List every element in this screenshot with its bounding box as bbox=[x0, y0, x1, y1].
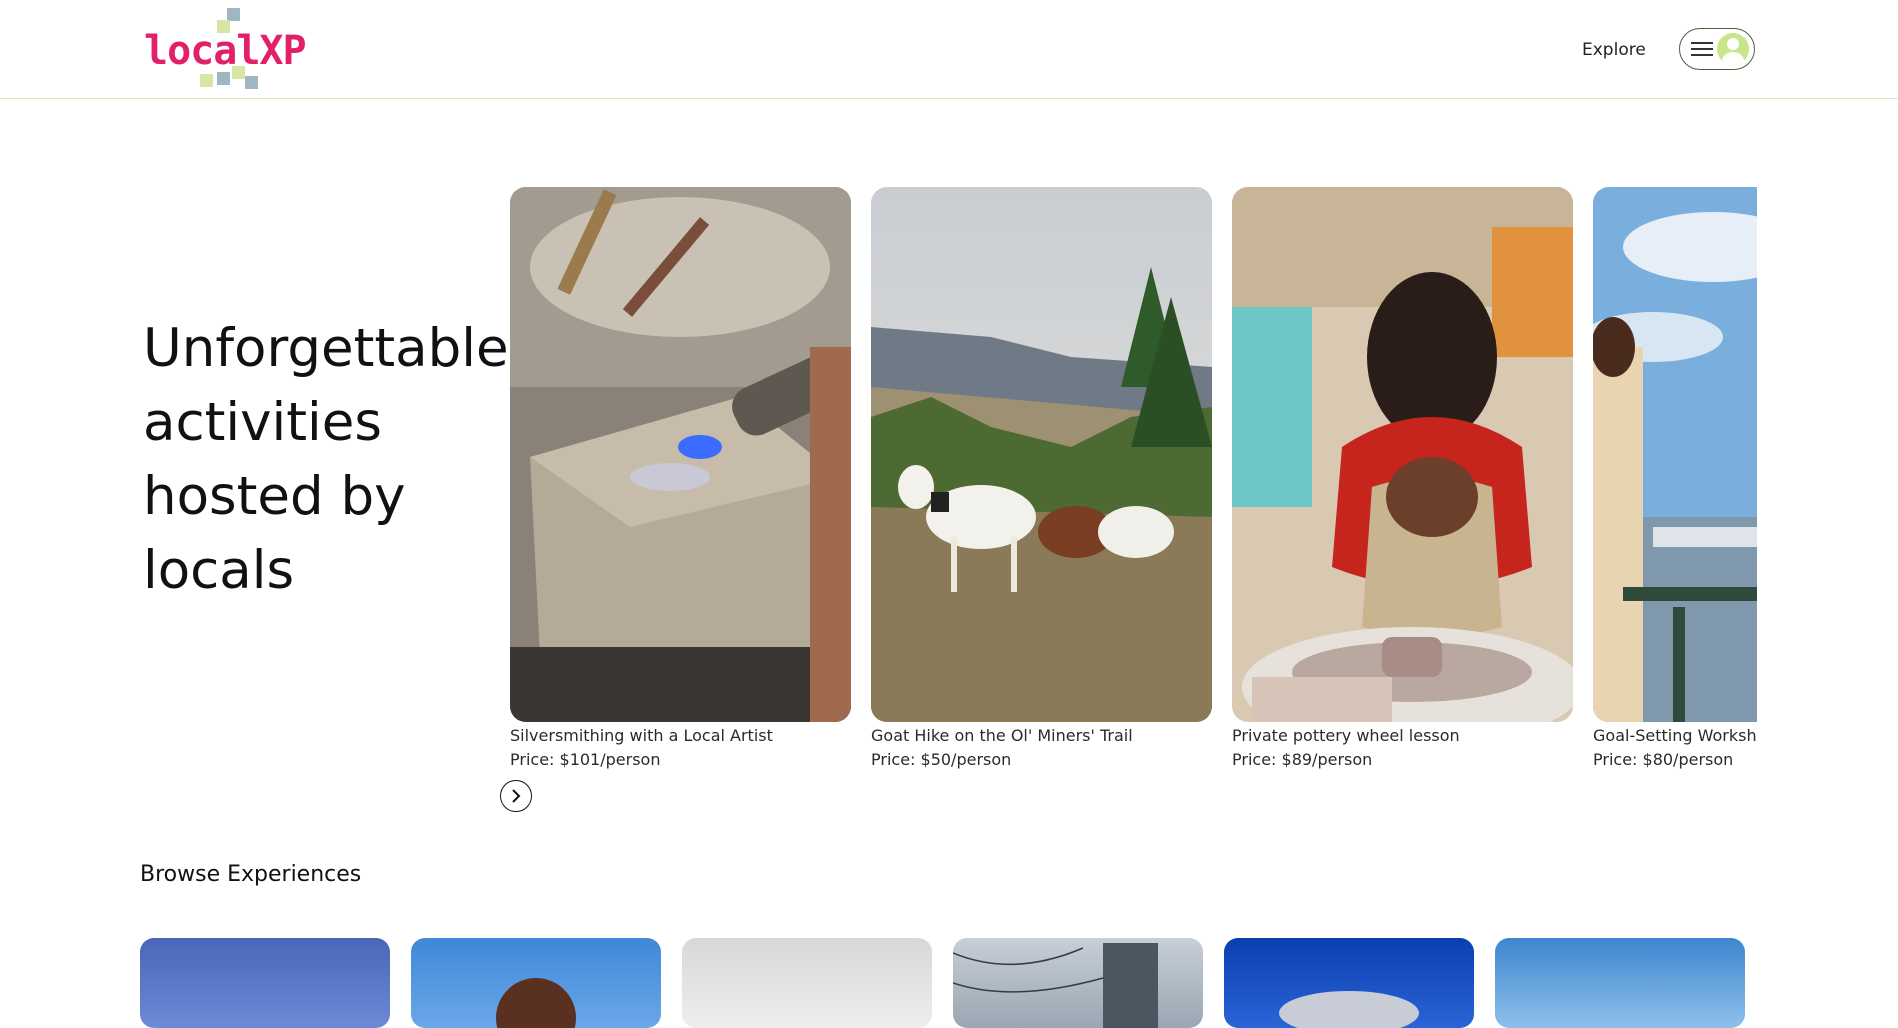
logo-pixel bbox=[200, 74, 213, 87]
nav-explore-link[interactable]: Explore bbox=[1582, 40, 1646, 60]
carousel-next-button[interactable] bbox=[500, 780, 532, 812]
activity-title[interactable]: Silversmithing with a Local Artist bbox=[510, 726, 851, 745]
browse-category-card[interactable] bbox=[1224, 938, 1474, 1028]
browse-category-card[interactable] bbox=[411, 938, 661, 1028]
activity-image-goat-hike[interactable] bbox=[871, 187, 1212, 722]
chevron-right-icon bbox=[512, 789, 521, 803]
activity-title[interactable]: Goat Hike on the Ol' Miners' Trail bbox=[871, 726, 1212, 745]
activity-carousel: Silversmithing with a Local Artist Price… bbox=[510, 187, 1757, 777]
logo-pixel bbox=[245, 76, 258, 89]
activity-card[interactable]: Goat Hike on the Ol' Miners' Trail Price… bbox=[871, 187, 1212, 769]
browse-experiences-heading: Browse Experiences bbox=[140, 862, 362, 887]
avatar-icon bbox=[1717, 33, 1749, 65]
hero-title: Unforgettable activities hosted by local… bbox=[143, 318, 509, 601]
activity-image-silversmithing[interactable] bbox=[510, 187, 851, 722]
activity-image-goal-setting[interactable] bbox=[1593, 187, 1757, 722]
activity-price: Price: $89/person bbox=[1232, 750, 1373, 769]
activity-card[interactable]: Silversmithing with a Local Artist Price… bbox=[510, 187, 851, 769]
hamburger-icon bbox=[1691, 42, 1713, 56]
browse-category-card[interactable] bbox=[682, 938, 932, 1028]
site-logo[interactable]: localXP bbox=[140, 6, 307, 94]
site-header: localXP Explore bbox=[0, 0, 1898, 99]
activity-price: Price: $50/person bbox=[871, 750, 1012, 769]
browse-category-card[interactable] bbox=[140, 938, 390, 1028]
browse-category-card[interactable] bbox=[1495, 938, 1745, 1028]
activity-price: Price: $80/person bbox=[1593, 750, 1734, 769]
activity-image-pottery[interactable] bbox=[1232, 187, 1573, 722]
user-menu-button[interactable] bbox=[1679, 28, 1755, 70]
browse-category-card[interactable] bbox=[953, 938, 1203, 1028]
activity-card[interactable]: Goal-Setting Workshop Price: $80/person bbox=[1593, 187, 1757, 769]
activity-title[interactable]: Goal-Setting Workshop bbox=[1593, 726, 1757, 745]
activity-price: Price: $101/person bbox=[510, 750, 661, 769]
activity-title[interactable]: Private pottery wheel lesson bbox=[1232, 726, 1573, 745]
logo-wordmark: localXP bbox=[144, 28, 307, 74]
activity-card[interactable]: Private pottery wheel lesson Price: $89/… bbox=[1232, 187, 1573, 769]
